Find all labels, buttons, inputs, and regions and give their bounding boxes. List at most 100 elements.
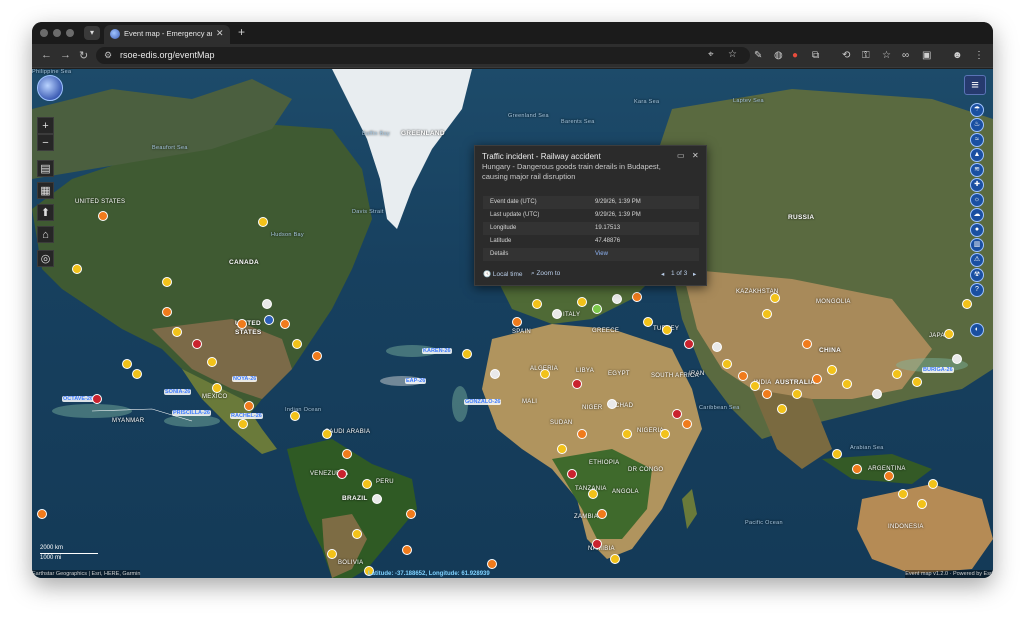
event-marker-icon[interactable] xyxy=(962,299,972,309)
event-marker-icon[interactable] xyxy=(264,315,274,325)
zoom-to-button[interactable]: ⌕ Zoom to xyxy=(531,270,560,278)
profile-avatar-icon[interactable]: ☻ xyxy=(952,50,963,62)
earthquake-icon[interactable]: ≋ xyxy=(970,163,984,177)
hazard-icon[interactable]: ⚠ xyxy=(970,253,984,267)
event-marker-icon[interactable] xyxy=(610,554,620,564)
event-marker-icon[interactable] xyxy=(928,479,938,489)
close-window-icon[interactable] xyxy=(40,29,48,37)
event-marker-icon[interactable] xyxy=(762,389,772,399)
event-marker-icon[interactable] xyxy=(682,419,692,429)
event-marker-icon[interactable] xyxy=(827,365,837,375)
event-marker-icon[interactable] xyxy=(884,471,894,481)
new-tab-icon[interactable]: + xyxy=(238,25,245,39)
event-marker-icon[interactable] xyxy=(812,374,822,384)
maximize-window-icon[interactable] xyxy=(66,29,74,37)
building-icon[interactable]: ▥ xyxy=(970,238,984,252)
pen-extension-icon[interactable]: ✎ xyxy=(754,50,762,62)
fire-icon[interactable]: ♨ xyxy=(970,118,984,132)
key-icon[interactable]: ⚿ xyxy=(862,50,870,62)
event-marker-icon[interactable] xyxy=(512,317,522,327)
event-marker-icon[interactable] xyxy=(912,377,922,387)
health-icon[interactable]: ✚ xyxy=(970,178,984,192)
calendar-icon[interactable]: ▤ xyxy=(37,160,54,177)
event-marker-icon[interactable] xyxy=(944,329,954,339)
reload-icon[interactable]: ↻ xyxy=(79,49,88,62)
event-marker-icon[interactable] xyxy=(738,371,748,381)
forward-icon[interactable]: → xyxy=(60,49,71,61)
event-marker-icon[interactable] xyxy=(262,299,272,309)
event-marker-icon[interactable] xyxy=(750,381,760,391)
event-marker-icon[interactable] xyxy=(662,325,672,335)
history-icon[interactable]: ⟲ xyxy=(842,50,850,62)
storm-label[interactable]: SONIA-26 xyxy=(164,389,192,395)
storm-label[interactable]: OCTAVE-26 xyxy=(62,396,95,402)
event-marker-icon[interactable] xyxy=(322,429,332,439)
event-marker-icon[interactable] xyxy=(792,389,802,399)
event-marker-icon[interactable] xyxy=(712,342,722,352)
event-marker-icon[interactable] xyxy=(92,394,102,404)
event-marker-icon[interactable] xyxy=(592,539,602,549)
event-marker-icon[interactable] xyxy=(402,545,412,555)
link-icon[interactable]: ∞ xyxy=(902,50,909,62)
event-marker-icon[interactable] xyxy=(532,299,542,309)
extension-icon-2[interactable]: ● xyxy=(792,50,798,62)
radiation-icon[interactable]: ☢ xyxy=(970,268,984,282)
event-marker-icon[interactable] xyxy=(212,383,222,393)
event-marker-icon[interactable] xyxy=(588,489,598,499)
event-marker-icon[interactable] xyxy=(162,277,172,287)
event-marker-icon[interactable] xyxy=(892,369,902,379)
event-marker-icon[interactable] xyxy=(122,359,132,369)
locate-icon[interactable]: ◎ xyxy=(37,250,54,267)
tab-event-map[interactable]: Event map - Emergency and Di ✕ xyxy=(104,25,230,44)
event-marker-icon[interactable] xyxy=(567,469,577,479)
event-marker-icon[interactable] xyxy=(622,429,632,439)
storm-label[interactable]: PRISCILLA-26 xyxy=(172,410,211,416)
volcano-icon[interactable]: ▲ xyxy=(970,148,984,162)
event-marker-icon[interactable] xyxy=(362,479,372,489)
event-marker-icon[interactable] xyxy=(98,211,108,221)
event-marker-icon[interactable] xyxy=(832,449,842,459)
popup-close-icon[interactable]: ✕ xyxy=(692,151,699,160)
event-marker-icon[interactable] xyxy=(372,494,382,504)
storm-label[interactable]: GONZALO-26 xyxy=(464,399,502,405)
event-marker-icon[interactable] xyxy=(842,379,852,389)
pager-next-icon[interactable]: ▸ xyxy=(693,270,696,278)
event-marker-icon[interactable] xyxy=(162,307,172,317)
weather-icon[interactable]: ☁ xyxy=(970,208,984,222)
sidepanel-icon[interactable]: ▣ xyxy=(922,50,931,62)
back-icon[interactable]: ← xyxy=(41,49,52,61)
event-marker-icon[interactable] xyxy=(337,469,347,479)
event-marker-icon[interactable] xyxy=(872,389,882,399)
event-marker-icon[interactable] xyxy=(490,369,500,379)
event-marker-icon[interactable] xyxy=(952,354,962,364)
event-marker-icon[interactable] xyxy=(577,429,587,439)
event-marker-icon[interactable] xyxy=(917,499,927,509)
drop-icon[interactable]: ● xyxy=(970,223,984,237)
minimize-window-icon[interactable] xyxy=(53,29,61,37)
event-marker-icon[interactable] xyxy=(207,357,217,367)
event-marker-icon[interactable] xyxy=(352,529,362,539)
event-marker-icon[interactable] xyxy=(643,317,653,327)
event-marker-icon[interactable] xyxy=(572,379,582,389)
event-marker-icon[interactable] xyxy=(37,509,47,519)
basemap-globe-icon[interactable]: ◐ xyxy=(970,323,984,337)
home-icon[interactable]: ⌂ xyxy=(37,226,54,243)
extension-icon-1[interactable]: ◍ xyxy=(774,50,783,62)
event-marker-icon[interactable] xyxy=(72,264,82,274)
event-marker-icon[interactable] xyxy=(540,369,550,379)
event-marker-icon[interactable] xyxy=(327,549,337,559)
event-marker-icon[interactable] xyxy=(237,319,247,329)
zoom-out-button[interactable]: − xyxy=(37,134,54,151)
event-marker-icon[interactable] xyxy=(607,399,617,409)
bookmark-star-icon[interactable]: ☆ xyxy=(728,49,737,60)
event-marker-icon[interactable] xyxy=(852,464,862,474)
event-marker-icon[interactable] xyxy=(487,559,497,569)
favorites-icon[interactable]: ☆ xyxy=(882,50,891,62)
address-bar[interactable]: ⚙ rsoe-edis.org/eventMap ⌖ ☆ xyxy=(96,47,750,64)
event-marker-icon[interactable] xyxy=(312,351,322,361)
sun-icon[interactable]: ☼ xyxy=(970,193,984,207)
event-marker-icon[interactable] xyxy=(672,409,682,419)
event-marker-icon[interactable] xyxy=(192,339,202,349)
event-marker-icon[interactable] xyxy=(684,339,694,349)
event-marker-icon[interactable] xyxy=(802,339,812,349)
